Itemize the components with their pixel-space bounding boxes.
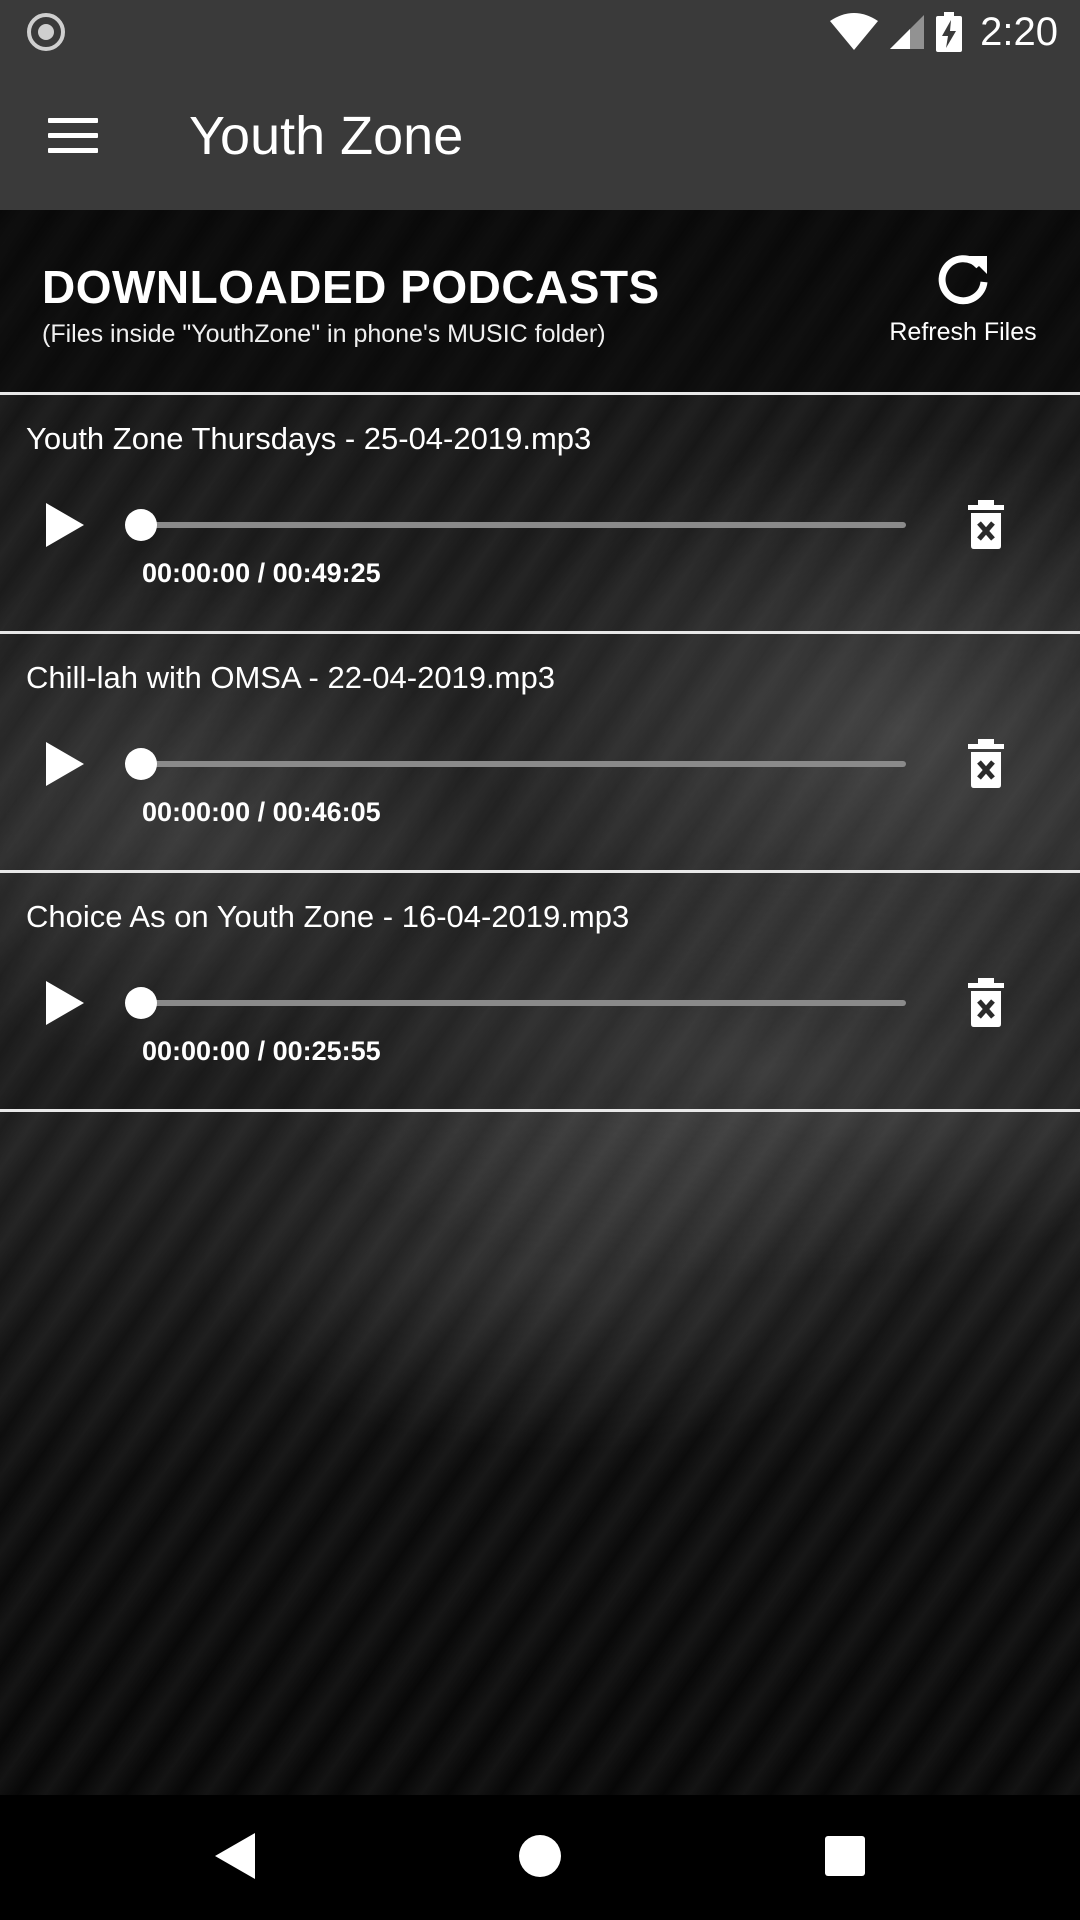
refresh-icon xyxy=(938,255,988,305)
status-bar: 2:20 xyxy=(0,0,1080,63)
podcast-title: Choice As on Youth Zone - 16-04-2019.mp3 xyxy=(26,899,630,934)
seek-thumb[interactable] xyxy=(125,509,157,541)
navigation-bar xyxy=(0,1795,1080,1920)
section-title: DOWNLOADED PODCASTS xyxy=(42,261,660,313)
refresh-files-label: Refresh Files xyxy=(889,318,1037,346)
app-bar: Youth Zone xyxy=(0,63,1080,210)
wifi-icon xyxy=(830,13,879,50)
delete-icon[interactable] xyxy=(966,500,1006,550)
podcast-time: 00:00:00 / 00:25:55 xyxy=(142,1036,381,1066)
recents-icon[interactable] xyxy=(823,1831,867,1881)
podcast-item: Choice As on Youth Zone - 16-04-2019.mp3… xyxy=(0,873,1080,1109)
back-icon[interactable] xyxy=(213,1831,257,1881)
section-subtitle: (Files inside "YouthZone" in phone's MUS… xyxy=(42,320,606,348)
podcast-item: Chill-lah with OMSA - 22-04-2019.mp3 00:… xyxy=(0,634,1080,870)
section-header: DOWNLOADED PODCASTS (Files inside "Youth… xyxy=(0,210,1080,393)
seek-thumb[interactable] xyxy=(125,748,157,780)
podcast-time: 00:00:00 / 00:46:05 xyxy=(142,797,381,827)
refresh-files-button[interactable]: Refresh Files xyxy=(868,250,1058,360)
play-icon[interactable] xyxy=(40,738,90,790)
podcast-title: Chill-lah with OMSA - 22-04-2019.mp3 xyxy=(26,660,555,695)
home-icon[interactable] xyxy=(518,1831,562,1881)
podcast-time: 00:00:00 / 00:49:25 xyxy=(142,558,381,588)
delete-icon[interactable] xyxy=(966,978,1006,1028)
status-icons: 2:20 xyxy=(830,8,1058,56)
podcast-title: Youth Zone Thursdays - 25-04-2019.mp3 xyxy=(26,421,592,456)
hamburger-menu-icon[interactable] xyxy=(48,118,98,154)
signal-icon xyxy=(890,15,925,49)
app-title: Youth Zone xyxy=(189,106,464,166)
delete-icon[interactable] xyxy=(966,739,1006,789)
play-icon[interactable] xyxy=(40,977,90,1029)
divider xyxy=(0,1109,1080,1112)
seek-thumb[interactable] xyxy=(125,987,157,1019)
status-time: 2:20 xyxy=(980,9,1058,54)
seek-bar[interactable] xyxy=(140,522,906,528)
podcast-item: Youth Zone Thursdays - 25-04-2019.mp3 00… xyxy=(0,395,1080,631)
seek-bar[interactable] xyxy=(140,1000,906,1006)
seek-bar[interactable] xyxy=(140,761,906,767)
record-icon xyxy=(27,13,65,51)
battery-charging-icon xyxy=(936,12,963,52)
play-icon[interactable] xyxy=(40,499,90,551)
screen: 2:20 Youth Zone DOWNLOADED PODCASTS (Fil… xyxy=(0,0,1080,1920)
